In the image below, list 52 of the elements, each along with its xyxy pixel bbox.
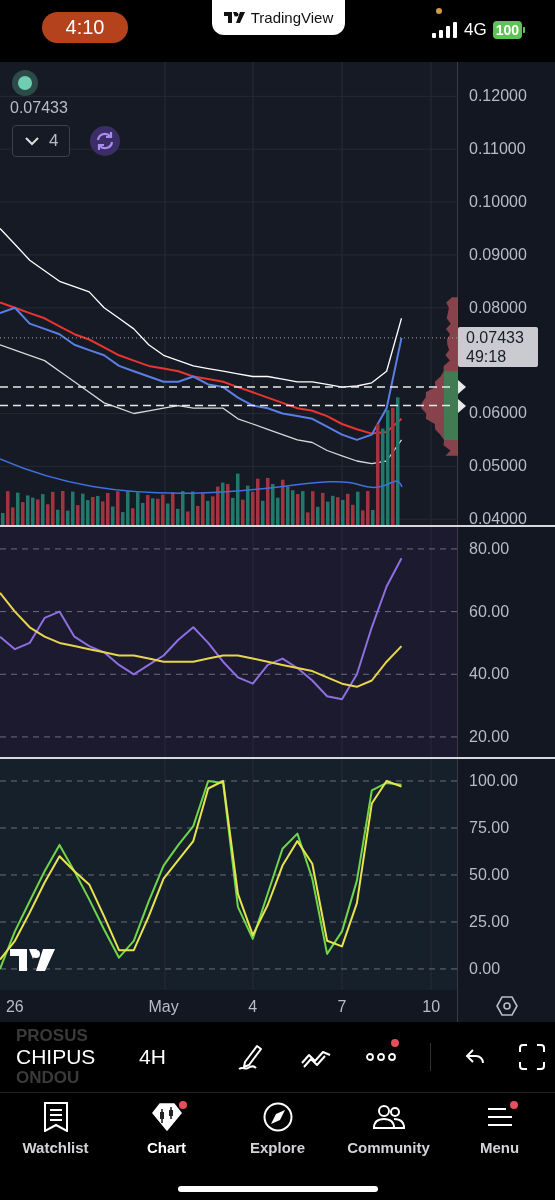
- axis-label: 0.09000: [469, 245, 527, 264]
- axis-label: 20.00: [469, 727, 510, 746]
- compass-icon: [262, 1102, 293, 1132]
- tab-button[interactable]: Watchlist: [1, 1101, 110, 1156]
- status-dot-icon: [12, 70, 38, 96]
- axis-label: 75.00: [469, 818, 510, 837]
- people-icon: [372, 1104, 405, 1130]
- app-name: TradingView: [250, 9, 334, 26]
- time-label: May: [148, 998, 179, 1016]
- tab-button[interactable]: Menu: [445, 1101, 554, 1156]
- time-label: 26: [5, 998, 24, 1016]
- axis-label: 25.00: [469, 912, 510, 931]
- axis-label: 0.06000: [469, 404, 527, 423]
- time-label: 7: [337, 998, 347, 1016]
- fullscreen-icon[interactable]: [518, 1044, 545, 1070]
- signal-icon: [431, 22, 458, 38]
- chevron-icon: [25, 136, 39, 146]
- clock-time: 4:10: [42, 12, 128, 43]
- last-price-label: 0.07433 49:18: [458, 326, 538, 367]
- axis-label: 0.00: [469, 959, 501, 978]
- axis-label: 0.10000: [469, 193, 527, 212]
- axis-label: 0.11000: [469, 140, 526, 159]
- axis-label: 50.00: [469, 865, 510, 884]
- symbol-name[interactable]: CHIPUS: [16, 1045, 121, 1069]
- privacy-dot-icon: [435, 8, 442, 14]
- sync-icon[interactable]: [90, 126, 120, 156]
- axis-label: 40.00: [469, 665, 510, 684]
- tab-button[interactable]: Community: [334, 1101, 443, 1156]
- axis-label: 0.12000: [469, 87, 527, 106]
- more-icon[interactable]: [365, 1052, 396, 1062]
- overlay-price: 0.07433: [10, 99, 68, 117]
- network-type: 4G: [463, 20, 487, 40]
- axis-label: 80.00: [469, 539, 510, 558]
- axis-label: 60.00: [469, 602, 510, 621]
- settings-icon[interactable]: [495, 996, 518, 1016]
- interval-button[interactable]: 4H: [139, 1045, 166, 1069]
- logo-icon: [10, 949, 56, 971]
- time-label: 10: [422, 998, 441, 1016]
- collapse-button[interactable]: 4: [12, 125, 70, 157]
- axis-label: 100.00: [469, 772, 518, 790]
- candlestick-icon: [151, 1103, 182, 1131]
- logo-icon: [223, 12, 246, 23]
- axis-label: 0.05000: [469, 457, 527, 476]
- axis-label: 0.08000: [469, 298, 527, 317]
- tab-button[interactable]: Explore: [223, 1101, 332, 1156]
- battery-level: 100: [492, 21, 522, 39]
- bookmark-list-icon: [43, 1102, 68, 1132]
- menu-icon: [486, 1107, 513, 1127]
- axis-label: 0.04000: [469, 510, 527, 529]
- undo-icon[interactable]: [464, 1048, 485, 1066]
- tab-button[interactable]: Chart: [112, 1101, 221, 1156]
- time-label: 4: [248, 998, 258, 1016]
